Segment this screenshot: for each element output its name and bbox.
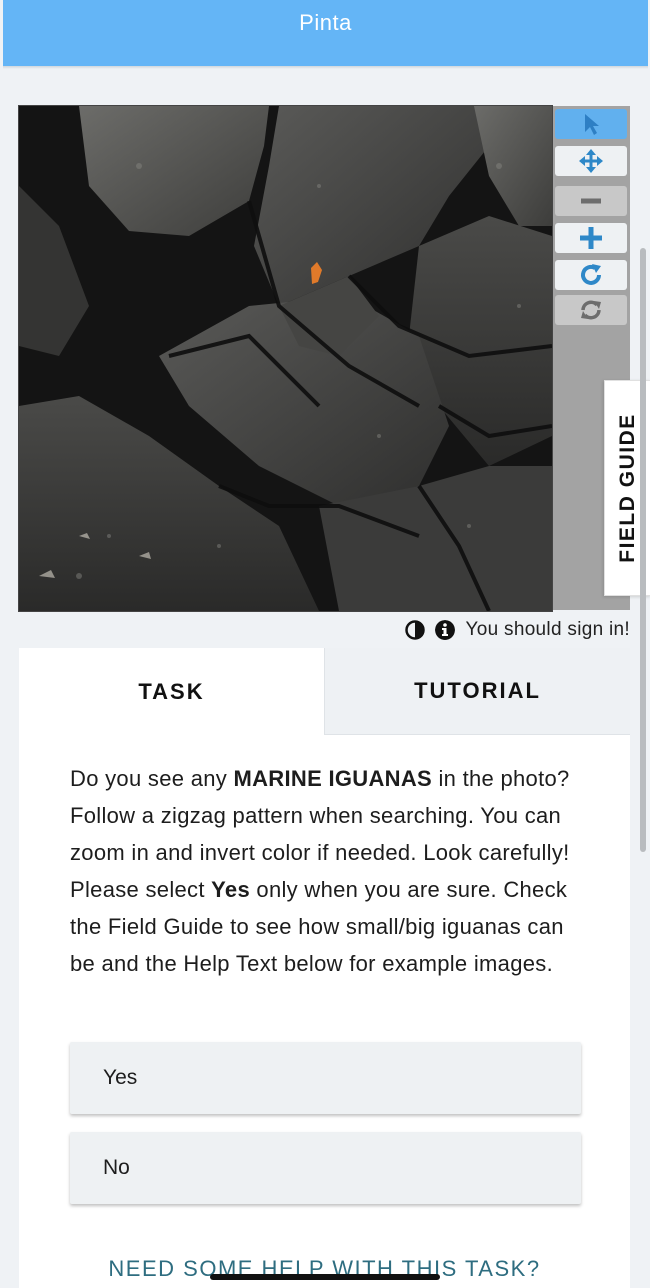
sign-in-notice: You should sign in! <box>465 619 630 640</box>
zoom-in-icon <box>580 227 602 249</box>
rotate-button[interactable] <box>555 260 627 290</box>
reset-icon <box>581 300 601 320</box>
task-tabs: TASK TUTORIAL <box>19 648 630 735</box>
pan-icon <box>579 149 603 173</box>
answer-no-button[interactable]: No <box>70 1132 581 1204</box>
project-title: Pinta <box>299 10 352 35</box>
answer-yes-label: Yes <box>103 1066 138 1089</box>
home-indicator[interactable] <box>210 1274 440 1280</box>
task-panel: TASK TUTORIAL Do you see any MARINE IGUA… <box>19 648 630 1288</box>
field-guide-label: FIELD GUIDE <box>616 413 639 563</box>
page-scrollbar[interactable] <box>640 248 646 852</box>
lava-rock-photo <box>19 106 552 611</box>
rotate-icon <box>581 264 601 285</box>
subject-image[interactable] <box>18 105 553 612</box>
project-header: Pinta <box>3 0 648 69</box>
question-emphasis-iguanas: MARINE IGUANAS <box>233 766 433 791</box>
tab-task[interactable]: TASK <box>19 648 324 735</box>
tab-tutorial[interactable]: TUTORIAL <box>324 648 630 735</box>
subject-meta-row: You should sign in! <box>405 617 630 643</box>
question-text-1: Do you see any <box>70 766 234 791</box>
answer-no-label: No <box>103 1156 130 1179</box>
question-emphasis-yes: Yes <box>211 877 251 902</box>
invert-color-icon[interactable] <box>405 620 426 640</box>
info-icon[interactable] <box>435 620 456 640</box>
pointer-tool-button[interactable] <box>555 109 627 139</box>
answer-yes-button[interactable]: Yes <box>70 1042 581 1114</box>
reset-button[interactable] <box>555 295 627 325</box>
pointer-icon <box>585 114 599 135</box>
zoom-out-icon <box>581 198 601 204</box>
task-question: Do you see any MARINE IGUANAS in the pho… <box>70 760 585 982</box>
zoom-in-button[interactable] <box>555 223 627 253</box>
zoom-out-button[interactable] <box>555 186 627 216</box>
pan-tool-button[interactable] <box>555 146 627 176</box>
